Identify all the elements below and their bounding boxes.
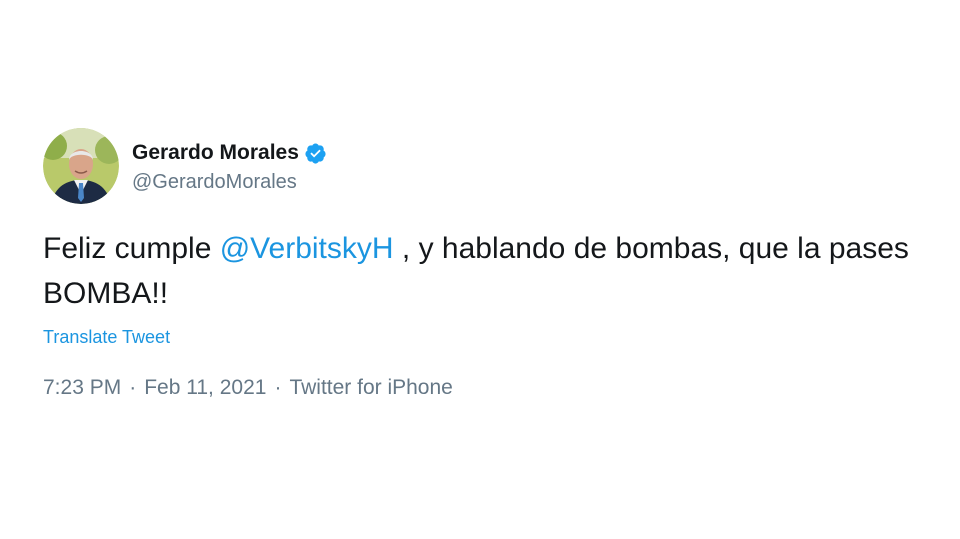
author-display-name[interactable]: Gerardo Morales — [132, 141, 299, 165]
name-row: Gerardo Morales — [132, 138, 327, 168]
tweet-text: Feliz cumple @VerbitskyH , y hablando de… — [43, 226, 923, 316]
meta-separator: · — [129, 376, 137, 399]
meta-separator: · — [274, 376, 282, 399]
tweet-time[interactable]: 7:23 PM — [43, 376, 121, 400]
tweet-meta: 7:23 PM · Feb 11, 2021 · Twitter for iPh… — [43, 376, 453, 400]
avatar[interactable] — [43, 128, 119, 204]
tweet-card: Gerardo Morales @GerardoMorales Feliz cu… — [0, 0, 960, 539]
author-handle[interactable]: @GerardoMorales — [132, 171, 327, 194]
tweet-text-prefix: Feliz cumple — [43, 232, 220, 265]
tweet-header: Gerardo Morales @GerardoMorales — [43, 128, 327, 204]
verified-badge-icon — [305, 142, 326, 164]
tweet-date[interactable]: Feb 11, 2021 — [144, 376, 266, 400]
mention-link[interactable]: @VerbitskyH — [220, 232, 394, 265]
tweet-source[interactable]: Twitter for iPhone — [289, 376, 452, 400]
author-names: Gerardo Morales @GerardoMorales — [132, 138, 327, 194]
translate-tweet-link[interactable]: Translate Tweet — [43, 327, 170, 348]
